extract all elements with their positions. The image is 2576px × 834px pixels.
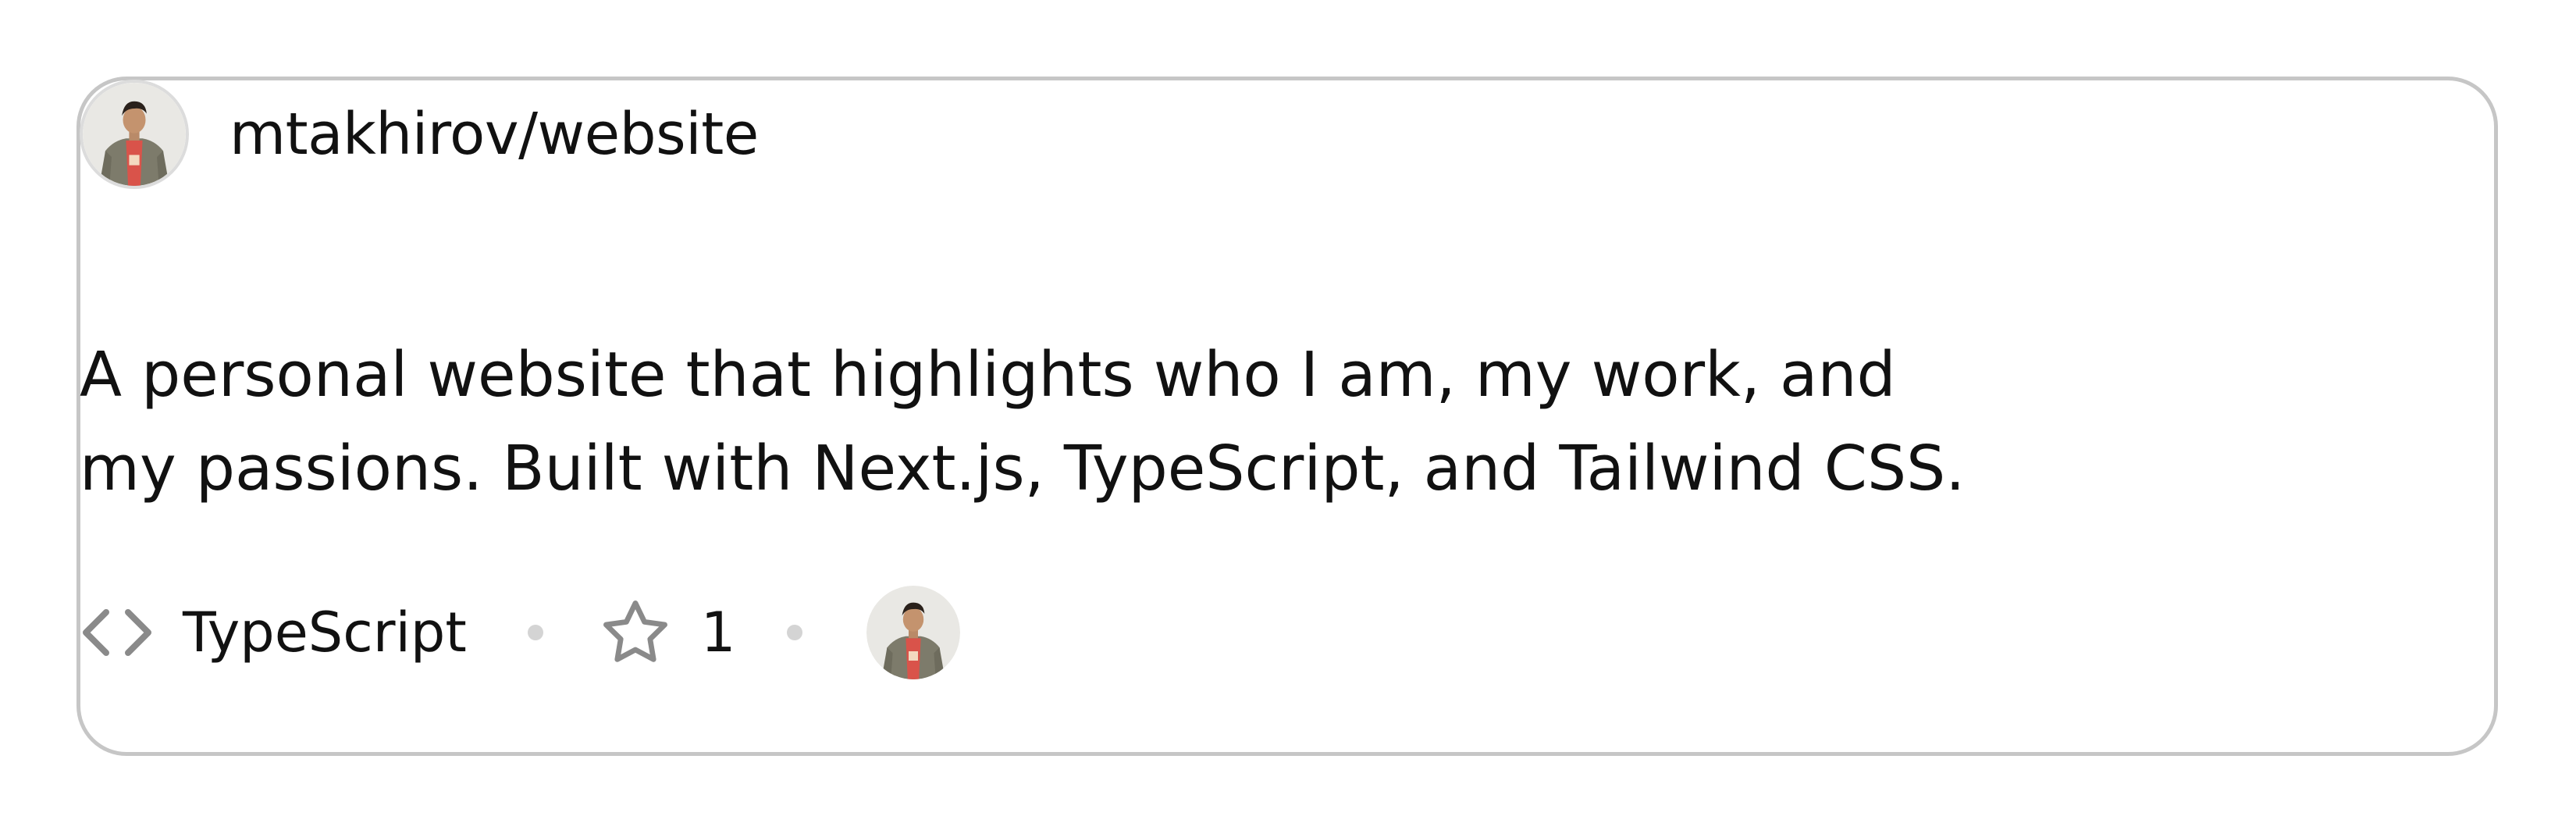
- repo-description: A personal website that highlights who I…: [80, 328, 2031, 515]
- star-icon[interactable]: [598, 595, 673, 670]
- separator-dot: [787, 625, 803, 640]
- repo-name[interactable]: mtakhirov/website: [229, 101, 759, 168]
- repo-header: mtakhirov/website: [80, 78, 759, 191]
- language-label: TypeScript: [183, 601, 467, 665]
- contributor-avatar[interactable]: [866, 586, 961, 679]
- star-count: 1: [700, 601, 736, 665]
- separator-dot: [527, 625, 543, 640]
- description-line-1: A personal website that highlights who I…: [80, 339, 1896, 411]
- repo-meta: TypeScript 1: [80, 584, 961, 681]
- description-line-2: my passions. Built with Next.js, TypeScr…: [80, 433, 1966, 504]
- owner-avatar[interactable]: [80, 80, 189, 189]
- code-icon: [83, 609, 151, 656]
